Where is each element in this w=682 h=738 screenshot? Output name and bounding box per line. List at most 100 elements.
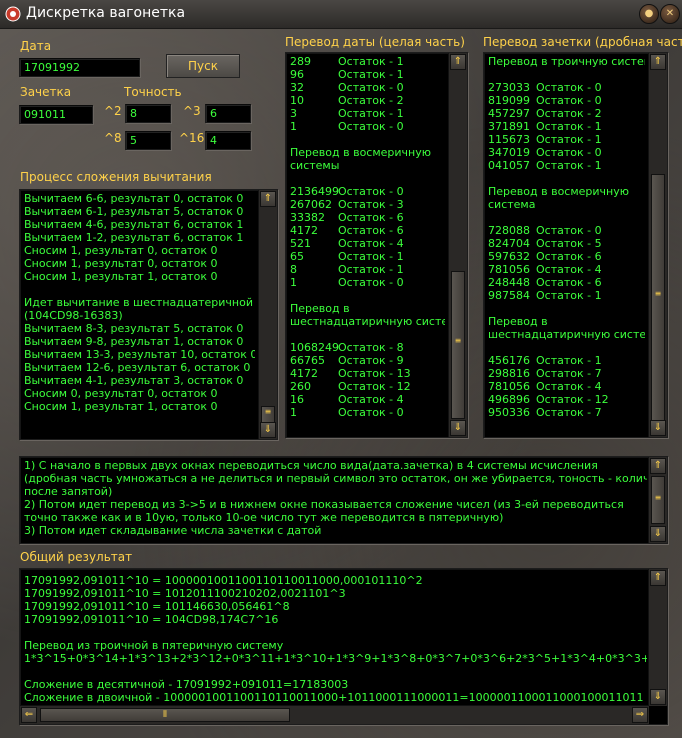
text-line: Перевод в троичную систему — [488, 55, 645, 68]
number-cell: 96 — [290, 68, 304, 81]
text-line: 17091992,091011^10 = 1012011100210202,00… — [24, 587, 346, 600]
text-line: 496896 Остаток - 12 — [488, 393, 645, 406]
number-cell: 260 — [290, 380, 311, 393]
grip-icon: ⦀ — [163, 710, 167, 720]
number-cell: 041057 — [488, 159, 530, 172]
zach-conv-text: Перевод в троичную систему 273033 Остаток … — [488, 55, 645, 419]
text-line — [24, 626, 647, 639]
grip-icon: ≡ — [654, 493, 662, 502]
number-cell: 248448 — [488, 276, 530, 289]
zach-conv-scrollbar[interactable]: ⇑ ≡ ⇓ — [648, 53, 667, 437]
remainder-cell: Остаток - 1 — [338, 263, 404, 276]
scroll-down-button[interactable]: ⇓ — [650, 689, 666, 705]
process-scrollbar[interactable]: ⇑ ≡ ⇓ — [258, 190, 277, 439]
number-cell: 267062 — [290, 198, 332, 211]
arrow-up-icon: ⇑ — [653, 460, 663, 471]
pow8-label: ^8 — [104, 131, 122, 145]
text-line: 8 Остаток - 1 — [290, 263, 445, 276]
text-line: Перевод в восмеричную — [290, 146, 432, 159]
remainder-cell: Остаток - 1 — [338, 250, 404, 263]
text-line — [290, 328, 445, 341]
remainder-cell: Остаток - 0 — [338, 406, 404, 419]
text-line: 17091992,091011^10 = 101146630,056461^8 — [24, 600, 290, 613]
date-conv-text: 289 Остаток - 1 96 Остаток - 1 32 Остаток - 0… — [290, 55, 445, 419]
text-line: 66765 Остаток - 9 — [290, 354, 445, 367]
remainder-cell: Остаток - 4 — [338, 393, 404, 406]
text-line: после запятой) — [24, 485, 113, 498]
scroll-thumb[interactable]: ≡ — [451, 271, 465, 419]
scroll-right-button[interactable]: ⇒ — [632, 707, 648, 723]
scroll-up-button[interactable]: ⇑ — [450, 54, 466, 70]
text-line: Сносим 0, результат 0, остаток 0 — [24, 387, 218, 400]
text-line: 115673 Остаток - 1 — [488, 133, 645, 146]
text-line — [24, 283, 255, 296]
scroll-thumb[interactable]: ≡ — [651, 476, 665, 524]
text-line — [290, 289, 445, 302]
text-line: 1 Остаток - 0 — [290, 406, 445, 419]
grip-icon: ≡ — [654, 289, 662, 298]
text-line: 289 Остаток - 1 — [290, 55, 445, 68]
number-cell: 456176 — [488, 354, 530, 367]
scroll-down-button[interactable]: ⇓ — [260, 422, 276, 438]
text-line: 728088 Остаток - 0 — [488, 224, 645, 237]
arrow-up-icon: ⇑ — [453, 56, 463, 67]
precision-3-input[interactable]: 6 — [205, 104, 251, 123]
minimize-icon: ● — [644, 8, 654, 19]
number-cell: 289 — [290, 55, 311, 68]
number-cell: 819099 — [488, 94, 530, 107]
precision-8-input[interactable]: 5 — [125, 131, 171, 150]
scroll-up-button[interactable]: ⇑ — [650, 570, 666, 586]
number-cell: 4172 — [290, 367, 318, 380]
remainder-cell: Остаток - 6 — [536, 250, 602, 263]
close-button[interactable]: ✕ — [660, 4, 680, 24]
number-cell: 781056 — [488, 380, 530, 393]
arrow-down-icon: ⇓ — [453, 422, 463, 433]
hscroll-thumb[interactable]: ⦀ — [40, 708, 290, 722]
remainder-cell: Остаток - 3 — [338, 198, 404, 211]
text-line: 521 Остаток - 4 — [290, 237, 445, 250]
remainder-cell: Остаток - 8 — [338, 341, 404, 354]
start-button[interactable]: Пуск — [166, 54, 240, 78]
remainder-cell: Остаток - 1 — [536, 133, 602, 146]
minimize-button[interactable]: ● — [639, 4, 659, 24]
result-panel[interactable]: 17091992,091011^10 = 1000001001100110110… — [19, 568, 668, 725]
number-cell: 728088 — [488, 224, 530, 237]
result-vscrollbar[interactable]: ⇑ ⇓ — [648, 569, 667, 706]
number-cell: 781056 — [488, 263, 530, 276]
remainder-cell: Остаток - 4 — [536, 263, 602, 276]
scroll-up-button[interactable]: ⇑ — [650, 458, 666, 474]
scroll-thumb[interactable]: ≡ — [651, 174, 665, 424]
scroll-down-button[interactable]: ⇓ — [650, 420, 666, 436]
number-cell: 987584 — [488, 289, 530, 302]
scroll-down-button[interactable]: ⇓ — [650, 526, 666, 542]
date-conv-scrollbar[interactable]: ⇑ ≡ ⇓ — [448, 53, 467, 437]
scroll-up-button[interactable]: ⇑ — [650, 54, 666, 70]
date-conv-panel[interactable]: 289 Остаток - 1 96 Остаток - 1 32 Остаток - 0… — [285, 52, 468, 438]
number-cell: 115673 — [488, 133, 530, 146]
number-cell: 496896 — [488, 393, 530, 406]
zachetka-label: Зачетка — [20, 85, 72, 99]
scroll-down-button[interactable]: ⇓ — [450, 420, 466, 436]
number-cell: 1 — [290, 276, 297, 289]
remainder-cell: Остаток - 4 — [536, 380, 602, 393]
zach-conv-panel[interactable]: Перевод в троичную систему 273033 Остаток … — [483, 52, 668, 438]
result-hscrollbar[interactable]: ⇐ ⦀ ⇒ — [20, 705, 649, 724]
scroll-left-button[interactable]: ⇐ — [21, 707, 37, 723]
zachetka-input[interactable]: 091011 — [19, 105, 93, 124]
process-text: Вычитаем 6-6, результат 0, остаток 0 Вычи… — [24, 192, 255, 413]
date-input[interactable]: 17091992 — [19, 58, 140, 77]
remainder-cell: Остаток - 0 — [536, 146, 602, 159]
text-line — [24, 665, 647, 678]
process-panel[interactable]: Вычитаем 6-6, результат 0, остаток 0 Вычи… — [19, 189, 278, 440]
info-scrollbar[interactable]: ⇑ ≡ ⇓ — [648, 457, 667, 543]
info-panel[interactable]: 1) С начало в первых двух окнах переводи… — [19, 456, 668, 544]
text-line: Идет вычитание в шестнадцатеричной — [24, 296, 253, 309]
scroll-up-button[interactable]: ⇑ — [260, 191, 276, 207]
precision-16-input[interactable]: 4 — [205, 131, 251, 150]
precision-2-input[interactable]: 8 — [125, 104, 171, 123]
text-line: 950336 Остаток - 7 — [488, 406, 645, 419]
number-cell: 4172 — [290, 224, 318, 237]
text-line: 347019 Остаток - 0 — [488, 146, 645, 159]
number-cell: 371891 — [488, 120, 530, 133]
text-line: системы — [290, 159, 340, 172]
